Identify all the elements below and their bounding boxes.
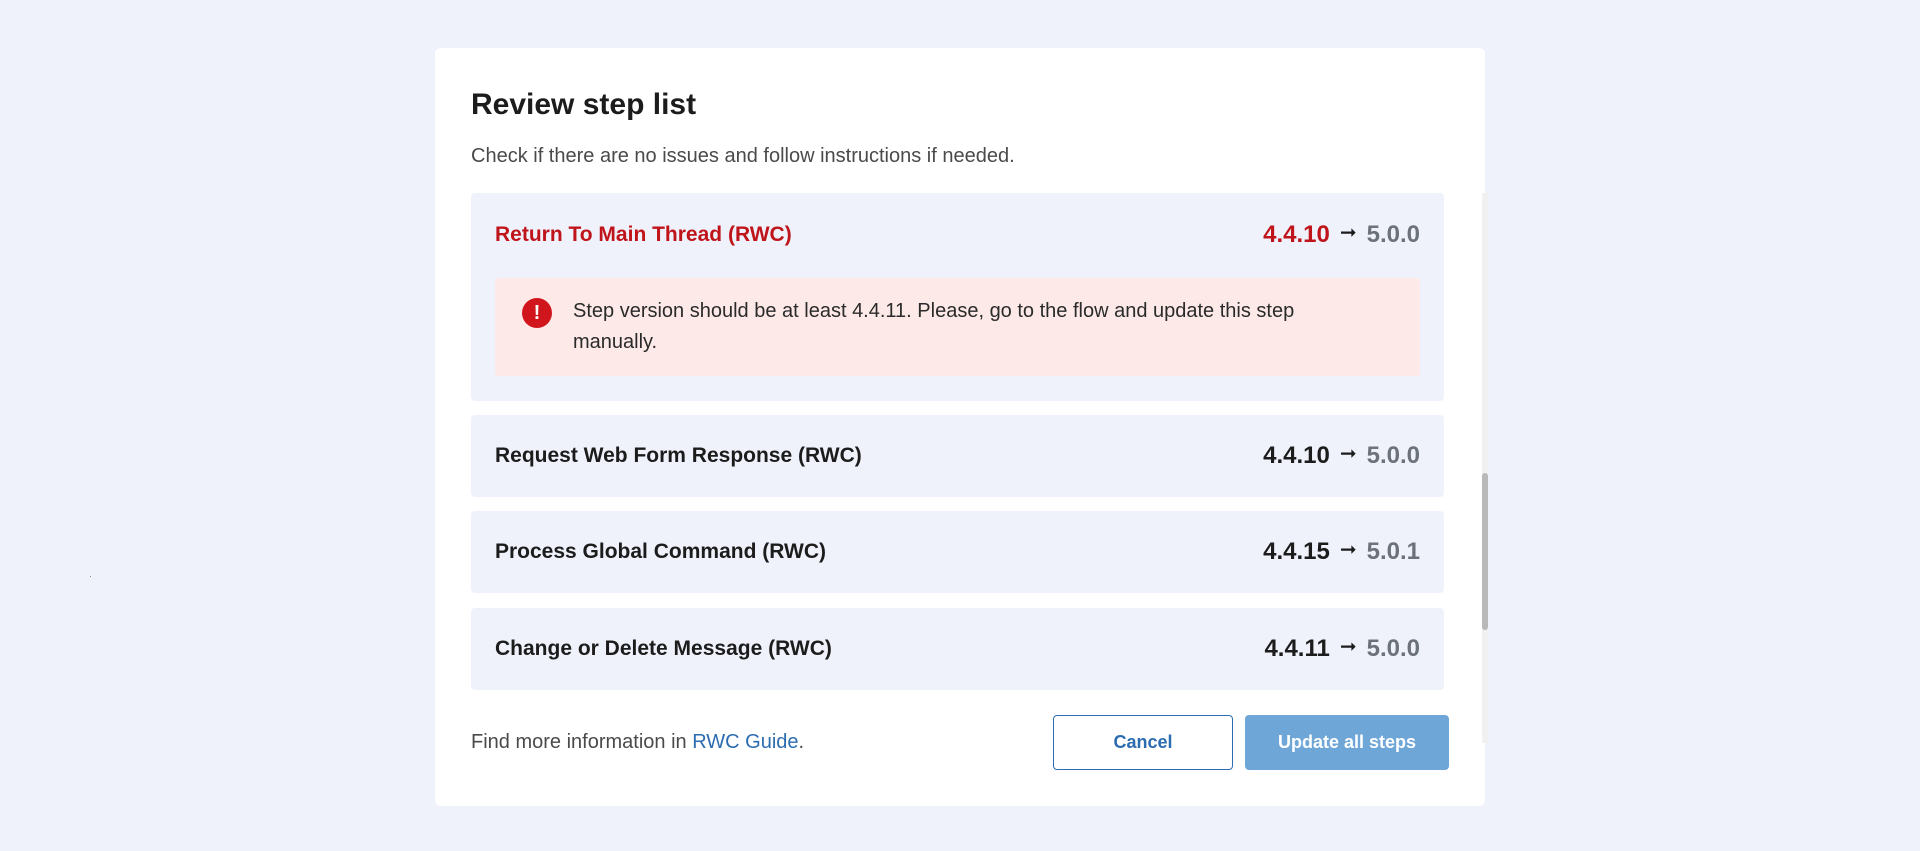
alert-message: Step version should be at least 4.4.11. … [573, 300, 1295, 353]
step-list-scrollbar[interactable] [1482, 193, 1488, 743]
scrollbar-thumb[interactable] [1482, 473, 1488, 630]
right-arrow-icon: ➞ [1339, 635, 1357, 658]
step-name: Return To Main Thread (RWC) [495, 223, 792, 246]
to-version: 5.0.0 [1366, 221, 1420, 248]
to-version: 5.0.0 [1366, 635, 1420, 662]
exclamation-circle-icon: ! [522, 298, 552, 328]
to-version: 5.0.0 [1366, 442, 1420, 469]
footer-info-suffix: . [798, 731, 805, 753]
from-version: 4.4.15 [1263, 538, 1330, 565]
step-name: Process Global Command (RWC) [495, 540, 826, 563]
from-version: 4.4.11 [1264, 635, 1330, 662]
cancel-button[interactable]: Cancel [1053, 715, 1233, 770]
update-all-steps-button[interactable]: Update all steps [1245, 715, 1449, 770]
version-change: 4.4.10 ➞ 5.0.0 [1263, 442, 1420, 470]
step-name: Request Web Form Response (RWC) [495, 444, 862, 467]
step-list[interactable]: Return To Main Thread (RWC) 4.4.10 ➞ 5.0… [471, 193, 1444, 743]
review-steps-dialog: Review step list Check if there are no i… [435, 48, 1488, 806]
step-name: Change or Delete Message (RWC) [495, 637, 832, 660]
from-version: 4.4.10 [1263, 442, 1330, 469]
step-card-return-to-main-thread: Return To Main Thread (RWC) 4.4.10 ➞ 5.0… [471, 193, 1444, 401]
version-change: 4.4.11 ➞ 5.0.0 [1264, 635, 1420, 663]
version-change: 4.4.15 ➞ 5.0.1 [1263, 538, 1420, 566]
right-arrow-icon: ➞ [1339, 442, 1357, 465]
footer-info-prefix: Find more information in [471, 731, 693, 753]
right-arrow-icon: ➞ [1339, 221, 1357, 244]
step-card-change-or-delete-message: Change or Delete Message (RWC) 4.4.11 ➞ … [471, 608, 1444, 690]
footer-info: Find more information in RWC Guide. [471, 731, 804, 754]
step-error-alert: ! Step version should be at least 4.4.11… [495, 278, 1420, 376]
to-version: 5.0.1 [1366, 538, 1420, 565]
dialog-subtitle: Check if there are no issues and follow … [471, 145, 1015, 167]
step-card-request-web-form-response: Request Web Form Response (RWC) 4.4.10 ➞… [471, 415, 1444, 497]
background-speck [90, 576, 91, 577]
version-change: 4.4.10 ➞ 5.0.0 [1263, 221, 1420, 249]
rwc-guide-link[interactable]: RWC Guide [692, 731, 798, 753]
right-arrow-icon: ➞ [1339, 538, 1357, 561]
from-version: 4.4.10 [1263, 221, 1330, 248]
step-card-process-global-command: Process Global Command (RWC) 4.4.15 ➞ 5.… [471, 511, 1444, 593]
dialog-title: Review step list [471, 88, 697, 121]
